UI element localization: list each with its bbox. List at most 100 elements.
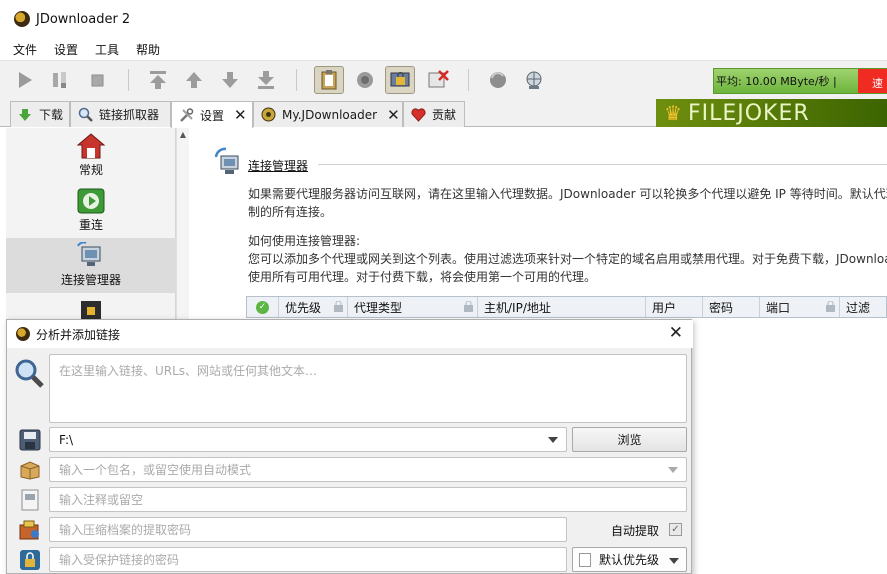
start-downloads-button[interactable] [12,67,38,93]
lock-icon [826,301,835,312]
heart-icon [410,107,426,123]
menu-settings[interactable]: 设置 [54,41,78,58]
move-down-button[interactable] [217,67,243,93]
average-speed-text: 平均: 10.00 MByte/秒 | [716,75,837,88]
arrow-up-icon [186,72,202,88]
banner-text: FILEJOKER [687,100,810,126]
menu-file[interactable]: 文件 [13,41,37,58]
speed-overflow-text: 速 [872,77,883,90]
tab-myjdownloader-close-icon[interactable]: ✕ [387,106,400,124]
dialog-close-icon[interactable]: ✕ [669,323,683,343]
window-x-icon [428,70,449,88]
tab-downloads[interactable]: 下载 [10,101,70,127]
globe-network-icon [526,71,542,89]
note-icon [17,487,43,513]
package-name-placeholder: 输入一个包名，或留空使用自动模式 [59,463,252,477]
auto-reconnect-toggle[interactable] [350,67,380,93]
stop-downloads-button[interactable] [84,67,110,93]
toolbar-separator [468,69,469,91]
update-sphere-icon [490,72,506,88]
priority-select[interactable]: 默认优先级 [572,547,687,572]
pause-downloads-button[interactable] [47,67,73,93]
move-top-button[interactable] [145,67,171,93]
column-password-label: 密码 [709,300,734,315]
search-links-icon [13,357,45,389]
auto-extract-checkbox[interactable]: ✓ [669,523,682,536]
clipboard-monitor-toggle[interactable] [314,66,344,94]
sidebar-item-account[interactable] [6,293,176,321]
download-folder-select[interactable]: F:\ [49,427,567,452]
links-input[interactable]: 在这里输入链接、URLs、网站或任何其他文本… [49,354,687,423]
sidebar-item-general[interactable]: 常规 [6,128,176,183]
column-host[interactable]: 主机/IP/地址 [478,297,646,317]
house-icon [76,132,106,160]
premium-toggle[interactable] [385,66,415,94]
sidebar-item-label: 连接管理器 [60,273,121,287]
jdownloader-logo-icon [14,11,30,27]
column-proxy-type[interactable]: 代理类型 [348,297,478,317]
arrow-down-icon [222,72,238,88]
column-priority[interactable]: 优先级 [279,297,348,317]
sidebar-item-label: 重连 [78,218,103,232]
archive-password-placeholder: 输入压缩档案的提取密码 [59,523,192,537]
column-password[interactable]: 密码 [703,297,760,317]
reconnect-icon [76,187,106,215]
menu-help[interactable]: 帮助 [136,41,160,58]
tab-settings[interactable]: 设置 ✕ [171,101,253,128]
silent-mode-toggle[interactable] [423,67,453,93]
package-box-icon [17,457,43,483]
sidebar-item-connection-manager[interactable]: 连接管理器 [6,238,176,293]
link-password-input[interactable]: 输入受保护链接的密码 [49,547,567,572]
browse-button[interactable]: 浏览 [572,427,687,452]
filejoker-banner[interactable]: ♛ FILEJOKER [656,99,887,127]
toolbar-separator [296,69,297,91]
dialog-title-bar: 分析并添加链接 ✕ [7,320,693,348]
column-port[interactable]: 端口 [760,297,840,317]
lock-icon [334,301,343,312]
chevron-down-icon[interactable] [668,466,678,473]
tools-icon [178,107,194,123]
lock-icon [464,301,473,312]
comment-placeholder: 输入注释或留空 [59,493,144,507]
move-bottom-button[interactable] [253,67,279,93]
update-button[interactable] [485,67,511,93]
sidebar-scrollbar[interactable]: ▲ [176,128,189,320]
scroll-up-icon[interactable]: ▲ [177,130,189,139]
connection-manager-icon [213,147,241,177]
howto-heading: 如何使用连接管理器: [248,234,361,248]
tab-settings-close-icon[interactable]: ✕ [234,106,247,124]
protected-lock-icon [17,547,43,573]
save-disk-icon [17,427,43,453]
tab-myjdownloader-label: My.JDownloader [282,107,378,122]
package-name-input[interactable]: 输入一个包名，或留空使用自动模式 [49,457,687,482]
jdownloader-logo-icon [16,327,30,341]
reconnect-now-button[interactable] [521,67,547,93]
move-to-bottom-icon [258,71,274,89]
archive-password-input[interactable]: 输入压缩档案的提取密码 [49,517,567,542]
tab-contribute[interactable]: 贡献 [403,101,465,127]
reconnect-cycle-icon [357,72,373,88]
tab-linkgrabber-label: 链接抓取器 [99,108,160,122]
section-title: 连接管理器 [248,159,309,173]
comment-input[interactable]: 输入注释或留空 [49,487,687,512]
chevron-down-icon[interactable] [548,436,558,443]
proxy-table-header: ✓ 优先级 代理类型 主机/IP/地址 用户 密码 端口 过滤 [246,296,887,318]
browse-button-label: 浏览 [617,433,642,447]
title-bar: JDownloader 2 [0,0,887,38]
chevron-down-icon[interactable] [669,558,679,564]
column-enabled[interactable]: ✓ [247,297,279,317]
auto-extract-label: 自动提取 [611,524,660,538]
link-password-placeholder: 输入受保护链接的密码 [59,553,180,567]
description-line: 如果需要代理服务器访问互联网，请在这里输入代理数据。JDownloader 可以… [248,187,887,201]
column-user[interactable]: 用户 [646,297,703,317]
sidebar-item-reconnect[interactable]: 重连 [6,183,176,238]
premium-lock-icon [390,72,410,87]
pause-icon [53,72,66,88]
menu-tools[interactable]: 工具 [95,41,119,58]
column-proxy-type-label: 代理类型 [354,300,403,315]
tab-linkgrabber[interactable]: 链接抓取器 [70,101,171,127]
move-up-button[interactable] [181,67,207,93]
column-filter[interactable]: 过滤 [840,297,886,317]
dialog-title: 分析并添加链接 [36,327,121,342]
tab-myjdownloader[interactable]: My.JDownloader ✕ [253,101,403,127]
